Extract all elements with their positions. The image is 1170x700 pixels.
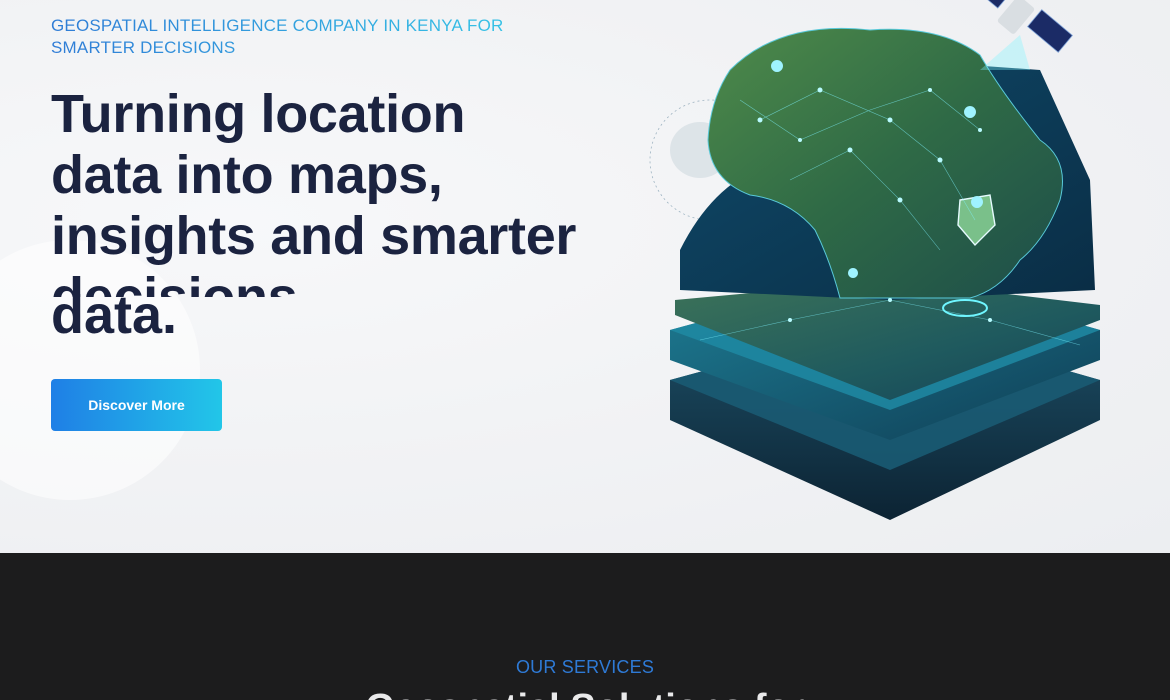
hero-eyebrow-line: GEOSPATIAL INTELLIGENCE COMPANY IN KENYA… [51, 16, 504, 35]
hero-eyebrow: GEOSPATIAL INTELLIGENCE COMPANY IN KENYA… [51, 15, 521, 59]
satellite-icon [968, 0, 1073, 70]
africa-layered-map-illustration [649, 0, 1100, 520]
hero-eyebrow-line: SMARTER DECISIONS [51, 38, 236, 57]
hero-section: GEOSPATIAL INTELLIGENCE COMPANY IN KENYA… [0, 0, 1170, 553]
services-heading: Geospatial Solutions for [0, 687, 1170, 700]
hero-headline-overlap-text: data. [51, 285, 178, 345]
discover-more-button[interactable]: Discover More [51, 379, 222, 431]
hero-headline-line: Turning location [51, 84, 466, 144]
hero-headline-line: data into maps, [51, 145, 443, 205]
hero-headline-line: insights and smarter [51, 206, 577, 266]
hero-headline: Turning location data into maps, insight… [51, 84, 611, 297]
services-label: OUR SERVICES [515, 657, 655, 677]
services-section: OUR SERVICES Geospatial Solutions for [0, 553, 1170, 700]
